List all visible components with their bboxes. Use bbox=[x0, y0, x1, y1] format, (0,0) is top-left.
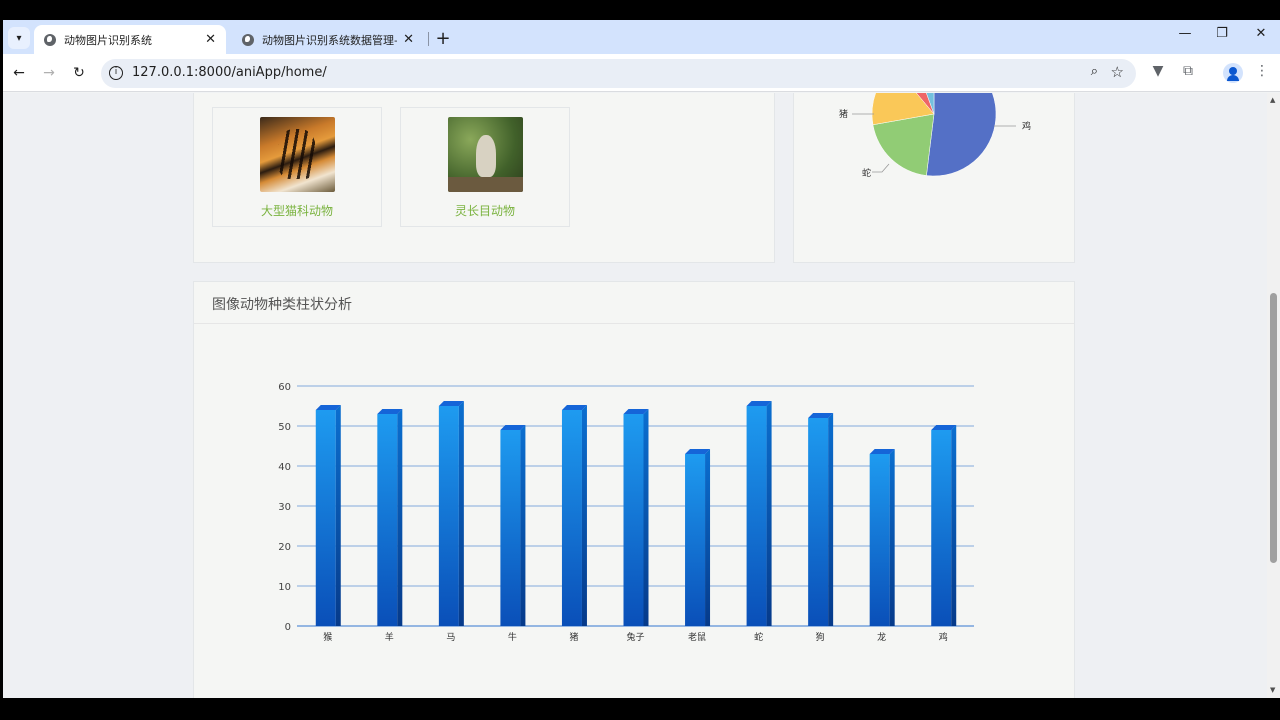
browser-toolbar: ← → ↻ i 127.0.0.1:8000/aniApp/home/ ⌕ ☆ … bbox=[3, 54, 1280, 92]
x-tick-label: 猴 bbox=[323, 631, 332, 643]
page-scrollbar[interactable]: ▲ ▼ bbox=[1267, 93, 1280, 698]
bar-side bbox=[828, 413, 834, 626]
tab-inactive[interactable]: 动物图片识别系统数据管理-登录 ✕ bbox=[232, 25, 424, 54]
menu-kebab-icon[interactable]: ⋮ bbox=[1252, 63, 1272, 79]
bar-side bbox=[335, 405, 341, 626]
pie-label: 猪 bbox=[839, 108, 848, 120]
bar-panel: 图像动物种类柱状分析 0 10 20 30 40 50 60 猴 羊 马 牛 猪 兔子 老鼠 蛇 狗 龙 鸡 bbox=[193, 281, 1075, 698]
category-panel: 大型猫科动物 灵长目动物 bbox=[193, 93, 775, 263]
bar bbox=[746, 406, 767, 626]
forward-icon[interactable]: → bbox=[39, 63, 59, 83]
y-tick-label: 0 bbox=[285, 622, 291, 633]
restore-icon[interactable]: ❐ bbox=[1212, 26, 1232, 41]
y-tick-label: 30 bbox=[278, 502, 291, 513]
pie-label-line bbox=[872, 163, 890, 173]
url-text[interactable]: 127.0.0.1:8000/aniApp/home/ bbox=[132, 65, 327, 80]
bookmark-star-icon[interactable]: ☆ bbox=[1111, 63, 1124, 81]
bar-side bbox=[520, 425, 526, 626]
bar bbox=[500, 430, 521, 626]
y-tick-label: 10 bbox=[278, 582, 291, 593]
bar-side bbox=[458, 401, 464, 626]
scrollbar-thumb[interactable] bbox=[1270, 293, 1277, 563]
x-tick-label: 牛 bbox=[508, 631, 517, 643]
x-tick-label: 狗 bbox=[816, 631, 825, 643]
bar-side bbox=[643, 409, 649, 626]
letterbox-bottom bbox=[0, 698, 1280, 720]
site-info-icon[interactable]: i bbox=[109, 66, 123, 80]
scroll-up-icon[interactable]: ▲ bbox=[1270, 96, 1275, 104]
bar-side bbox=[581, 405, 587, 626]
bar bbox=[869, 454, 890, 626]
reload-icon[interactable]: ↻ bbox=[69, 63, 89, 83]
bar bbox=[808, 418, 829, 626]
letterbox-top bbox=[0, 0, 1280, 20]
bar bbox=[315, 410, 336, 626]
new-tab-button[interactable]: + bbox=[433, 28, 453, 49]
globe-icon bbox=[242, 33, 254, 46]
bar-chart: 0 10 20 30 40 50 60 猴 羊 马 牛 猪 兔子 老鼠 蛇 狗 龙 鸡 bbox=[278, 382, 974, 643]
category-card[interactable]: 灵长目动物 bbox=[400, 107, 570, 227]
pie-label: 蛇 bbox=[862, 167, 871, 179]
bar-side bbox=[766, 401, 772, 626]
bar-panel-title: 图像动物种类柱状分析 bbox=[194, 282, 1074, 324]
category-link[interactable]: 灵长目动物 bbox=[401, 202, 569, 219]
scroll-down-icon[interactable]: ▼ bbox=[1270, 686, 1275, 694]
category-link[interactable]: 大型猫科动物 bbox=[213, 202, 381, 219]
globe-icon bbox=[44, 33, 56, 46]
y-tick-label: 40 bbox=[278, 462, 291, 473]
pie-panel: 鸡蛇 猪 bbox=[793, 93, 1075, 263]
bar bbox=[685, 454, 706, 626]
browser-window: ▾ 动物图片识别系统 ✕ 动物图片识别系统数据管理-登录 ✕ + — ❐ ✕ ←… bbox=[3, 20, 1280, 698]
x-tick-label: 龙 bbox=[877, 631, 886, 643]
profile-avatar-icon[interactable] bbox=[1223, 63, 1243, 83]
tab-title: 动物图片识别系统数据管理-登录 bbox=[262, 33, 398, 47]
minimize-icon[interactable]: — bbox=[1175, 26, 1195, 41]
window-close-icon[interactable]: ✕ bbox=[1251, 26, 1271, 41]
monkey-image bbox=[448, 117, 523, 192]
y-tick-label: 60 bbox=[278, 382, 291, 393]
pie-slice bbox=[926, 93, 997, 177]
bar-side bbox=[951, 425, 957, 626]
bar bbox=[438, 406, 459, 626]
x-tick-label: 猪 bbox=[569, 631, 578, 643]
x-tick-label: 老鼠 bbox=[688, 631, 706, 643]
tab-strip: ▾ 动物图片识别系统 ✕ 动物图片识别系统数据管理-登录 ✕ + — ❐ ✕ bbox=[3, 20, 1280, 54]
bar-side bbox=[397, 409, 403, 626]
extension-v-icon[interactable]: ▼ bbox=[1148, 63, 1168, 79]
y-tick-label: 50 bbox=[278, 422, 291, 433]
tab-active[interactable]: 动物图片识别系统 ✕ bbox=[34, 25, 226, 54]
extensions-puzzle-icon[interactable]: ⧉ bbox=[1178, 63, 1198, 79]
tab-title: 动物图片识别系统 bbox=[64, 33, 152, 47]
close-icon[interactable]: ✕ bbox=[403, 32, 414, 47]
back-icon[interactable]: ← bbox=[9, 63, 29, 83]
x-tick-label: 马 bbox=[446, 632, 455, 643]
bar bbox=[377, 414, 398, 626]
tab-search-button[interactable]: ▾ bbox=[8, 27, 30, 49]
close-icon[interactable]: ✕ bbox=[205, 32, 216, 47]
address-bar[interactable]: i 127.0.0.1:8000/aniApp/home/ ⌕ ☆ bbox=[101, 59, 1136, 88]
pie-label: 鸡 bbox=[1022, 120, 1031, 132]
category-card[interactable]: 大型猫科动物 bbox=[212, 107, 382, 227]
zoom-icon[interactable]: ⌕ bbox=[1091, 64, 1098, 79]
bar-side bbox=[889, 449, 895, 626]
bar-side bbox=[705, 449, 711, 626]
page-viewport: 大型猫科动物 灵长目动物 鸡蛇猪 图像动物种类柱状分析 0 10 20 30 40 50 6… bbox=[3, 93, 1267, 698]
tab-separator bbox=[428, 32, 429, 46]
bar bbox=[623, 414, 644, 626]
bar bbox=[561, 410, 582, 626]
bar bbox=[931, 430, 952, 626]
x-tick-label: 兔子 bbox=[626, 631, 644, 643]
pie-chart: 鸡蛇 猪 bbox=[839, 93, 1031, 179]
x-tick-label: 鸡 bbox=[939, 631, 948, 643]
tiger-image bbox=[260, 117, 335, 192]
x-tick-label: 羊 bbox=[385, 631, 394, 643]
y-tick-label: 20 bbox=[278, 542, 291, 553]
x-tick-label: 蛇 bbox=[754, 631, 763, 643]
